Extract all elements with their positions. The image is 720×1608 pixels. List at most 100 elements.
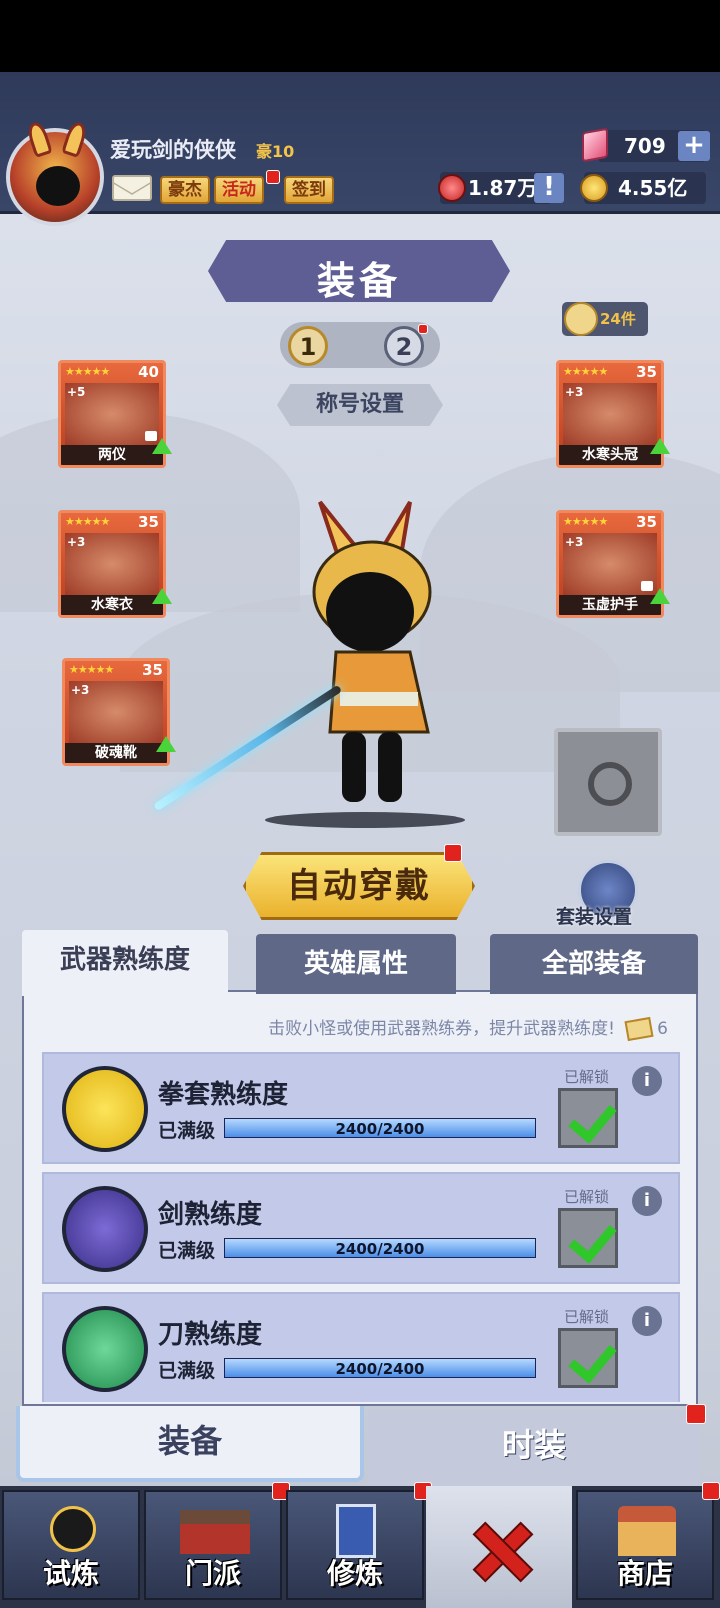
info-button[interactable]: i	[632, 1306, 662, 1336]
row-status: 已满级	[158, 1240, 216, 1262]
unlock-label: 已解锁	[564, 1308, 610, 1326]
progress-bar: 2400/2400	[224, 1358, 536, 1378]
nav-equipment-active[interactable]	[426, 1486, 572, 1608]
nav-sect[interactable]: 门派	[144, 1490, 282, 1600]
mail-icon[interactable]	[112, 175, 152, 201]
hero-shadow	[265, 812, 465, 828]
row-title: 剑熟练度	[158, 1200, 263, 1230]
avatar-ear	[61, 120, 89, 158]
event-button[interactable]: 活动	[214, 176, 264, 204]
enhance-level: +3	[67, 535, 86, 549]
row-status: 已满级	[158, 1360, 216, 1382]
progress-text: 2400/2400	[335, 1240, 425, 1258]
star-rating: ★★★★★	[65, 365, 110, 378]
ticket-count: 6	[657, 1019, 668, 1039]
equip-slot-boots[interactable]: ★★★★★ 35 +3 破魂靴	[62, 658, 170, 766]
equip-slot-armor[interactable]: ★★★★★ 35 +3 水寒衣	[58, 510, 166, 618]
ticket-icon	[624, 1016, 654, 1042]
row-title: 刀熟练度	[158, 1320, 263, 1350]
nav-label: 试炼	[42, 1557, 99, 1590]
tab-equipment[interactable]: 装备	[16, 1406, 364, 1482]
tab-hero-attributes[interactable]: 英雄属性	[256, 934, 456, 994]
checkin-button[interactable]: 签到	[284, 176, 334, 204]
scroll-icon	[564, 302, 598, 336]
equip-slot-empty[interactable]	[554, 728, 662, 836]
row-title: 拳套熟练度	[158, 1080, 289, 1110]
checkmark-icon	[558, 1208, 618, 1268]
tab-all-equipment[interactable]: 全部装备	[490, 934, 698, 994]
mastery-row-sword: 剑熟练度 已满级 2400/2400 已解锁 i	[42, 1172, 680, 1284]
nav-trial[interactable]: 试炼	[2, 1490, 140, 1600]
book-icon	[336, 1504, 376, 1558]
loadout-pager: 1 2	[280, 322, 440, 368]
equip-slot-helmet[interactable]: ★★★★★ 35 +3 水寒头冠	[556, 360, 664, 468]
progress-bar: 2400/2400	[224, 1118, 536, 1138]
bottom-nav: 试炼 门派 修炼 商店	[0, 1482, 720, 1608]
star-rating: ★★★★★	[563, 515, 608, 528]
top-bar: 爱玩剑的侠侠 豪10 豪杰 活动 签到 709 + 1.87万 ! 4.55亿	[0, 72, 720, 226]
blade-icon	[62, 1306, 148, 1392]
avatar-mask	[36, 166, 80, 206]
coin-amount: 4.55亿	[618, 176, 688, 200]
vip-level: 豪10	[256, 142, 295, 161]
upgrade-arrow-icon	[650, 588, 670, 604]
nav-label: 门派	[184, 1557, 241, 1590]
info-button[interactable]: i	[632, 1066, 662, 1096]
item-name: 玉虚护手	[559, 595, 661, 615]
screen: 爱玩剑的侠侠 豪10 豪杰 活动 签到 709 + 1.87万 ! 4.55亿 …	[0, 0, 720, 1608]
nav-shop[interactable]: 商店	[576, 1490, 714, 1600]
notification-dot	[266, 170, 280, 184]
voucher-amount: 1.87万	[468, 176, 538, 200]
equip-slot-gloves[interactable]: ★★★★★ 35 +3 玉虚护手	[556, 510, 664, 618]
upgrade-arrow-icon	[152, 438, 172, 454]
star-rating: ★★★★★	[563, 365, 608, 378]
voucher-info-button[interactable]: !	[534, 173, 564, 203]
item-count: 24件	[600, 310, 636, 328]
hero-button[interactable]: 豪杰	[160, 176, 210, 204]
avatar[interactable]	[6, 120, 104, 226]
upgrade-arrow-icon	[152, 588, 172, 604]
equip-slot-weapon[interactable]: ★★★★★ 40 +5 两仪	[58, 360, 166, 468]
unlock-label: 已解锁	[564, 1188, 610, 1206]
voucher-icon	[438, 174, 466, 202]
mastery-list[interactable]: 拳套熟练度 已满级 2400/2400 已解锁 i 剑熟练度 已满级 2400/…	[24, 1052, 700, 1402]
item-count-badge[interactable]: 24件	[562, 302, 648, 336]
add-gem-button[interactable]: +	[678, 131, 710, 161]
progress-bar: 2400/2400	[224, 1238, 536, 1258]
nav-train[interactable]: 修炼	[286, 1490, 424, 1600]
tab-weapon-mastery[interactable]: 武器熟练度	[22, 930, 228, 996]
loadout-1-button[interactable]: 1	[288, 326, 328, 366]
tab-fashion[interactable]: 时装	[368, 1410, 700, 1486]
item-level: 35	[636, 513, 657, 531]
weapon-mastery-panel: 击败小怪或使用武器熟练券，提升武器熟练度! 6 拳套熟练度 已满级 2400/2…	[22, 930, 700, 1406]
shop-icon	[618, 1506, 676, 1556]
hint-text: 击败小怪或使用武器熟练券，提升武器熟练度!	[268, 1019, 615, 1039]
coin-icon	[580, 174, 608, 202]
auto-equip-button[interactable]: 自动穿戴	[243, 852, 475, 920]
unlock-label: 已解锁	[564, 1068, 610, 1086]
title-setting-button[interactable]: 称号设置	[277, 384, 443, 426]
notification-dot	[418, 324, 428, 334]
info-button[interactable]: i	[632, 1186, 662, 1216]
notification-dot	[702, 1482, 720, 1500]
item-level: 35	[142, 661, 163, 679]
enhance-level: +3	[565, 385, 584, 399]
checkmark-icon	[558, 1328, 618, 1388]
item-level: 35	[138, 513, 159, 531]
crossed-swords-icon	[472, 1522, 528, 1578]
item-name: 破魂靴	[65, 743, 167, 763]
mastery-row-blade: 刀熟练度 已满级 2400/2400 已解锁 i	[42, 1292, 680, 1402]
ring-icon	[588, 762, 632, 806]
suit-setting-label[interactable]: 套装设置	[556, 902, 632, 929]
upgrade-arrow-icon	[156, 736, 176, 752]
item-level: 40	[138, 363, 159, 381]
page-title: 装备	[316, 259, 401, 303]
checkmark-icon	[558, 1088, 618, 1148]
ninja-icon	[50, 1506, 96, 1552]
gem-icon	[582, 127, 608, 163]
avatar-ear	[25, 120, 53, 158]
notification-dot	[444, 844, 462, 862]
notification-dot	[686, 1404, 706, 1424]
star-rating: ★★★★★	[65, 515, 110, 528]
star-rating: ★★★★★	[69, 663, 114, 676]
